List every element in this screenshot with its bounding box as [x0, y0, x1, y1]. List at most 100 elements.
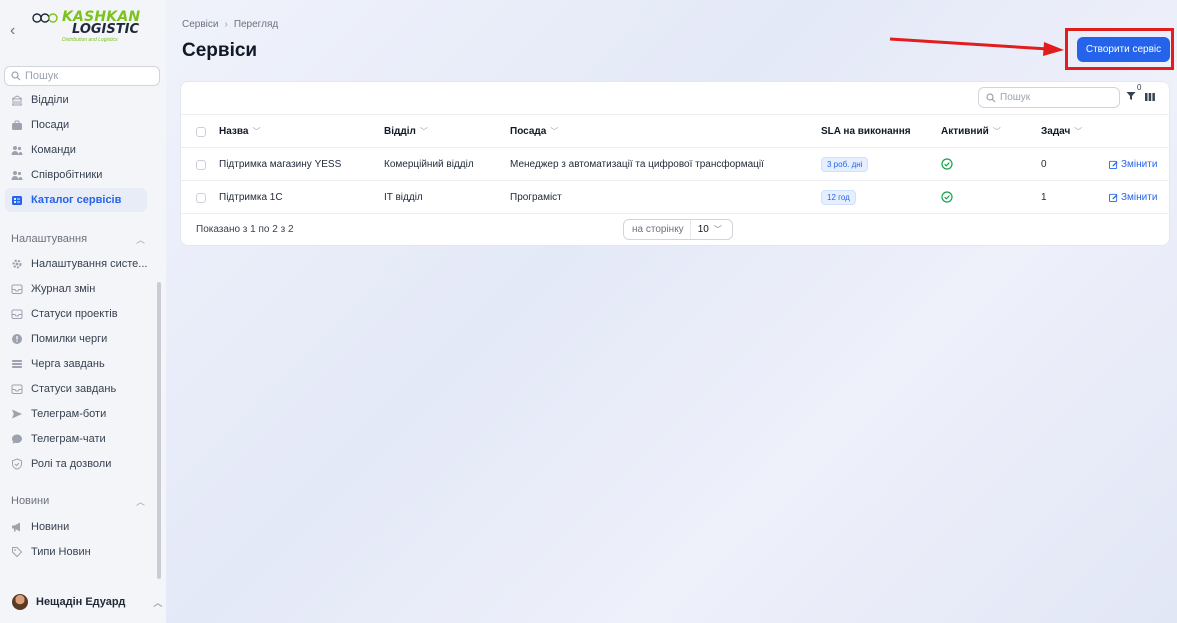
- per-page-value: 10 ﹀: [691, 224, 722, 235]
- cell-position: Менеджер з автоматизації та цифрової тра…: [510, 158, 764, 170]
- building-icon: [11, 94, 23, 106]
- sidebar-item-departments[interactable]: Відділи: [5, 88, 147, 112]
- sidebar-item-label: Налаштування систе...: [31, 258, 147, 270]
- sidebar-item-news-types[interactable]: Типи Новин: [5, 540, 147, 564]
- cell-active: [941, 181, 953, 213]
- chevron-down-icon: ﹀: [419, 126, 428, 136]
- sidebar-item-label: Команди: [31, 144, 76, 156]
- user-menu[interactable]: Нещадін Едуард ︿: [0, 588, 166, 616]
- edit-button[interactable]: Змінити: [1109, 181, 1157, 213]
- column-header-label: Активний: [941, 125, 989, 137]
- table-footer: Показано з 1 по 2 з 2 на сторінку 10 ﹀: [181, 214, 1171, 246]
- chevron-up-icon: ︿: [135, 234, 145, 245]
- column-header-position[interactable]: Посада ﹀: [510, 115, 558, 147]
- chat-icon: [11, 433, 23, 445]
- cell-name: Підтримка 1С: [219, 191, 283, 203]
- edit-label: Змінити: [1121, 158, 1158, 170]
- page-title: Сервіси: [182, 40, 258, 61]
- avatar: [12, 594, 28, 610]
- sidebar-item-label: Журнал змін: [31, 283, 96, 295]
- check-circle-icon: [941, 191, 953, 203]
- edit-button[interactable]: Змінити: [1109, 148, 1157, 180]
- sidebar-item-label: Ролі та дозволи: [31, 458, 112, 470]
- sidebar-item-task-queue[interactable]: Черга завдань: [5, 352, 147, 376]
- breadcrumb-separator: ›: [224, 19, 228, 30]
- tag-icon: [11, 546, 23, 558]
- chevron-down-icon: ﹀: [550, 126, 559, 136]
- sidebar-item-positions[interactable]: Посади: [5, 113, 147, 137]
- users-icon: [11, 169, 23, 181]
- sidebar-item-task-statuses[interactable]: Статуси завдань: [5, 377, 147, 401]
- shield-icon: [11, 458, 23, 470]
- services-table: Пошук 0 Назва ﹀ Відділ ﹀ Посада ﹀ SLA на ви…: [180, 81, 1171, 246]
- logo-text-bottom: LOGISTIC: [72, 22, 139, 37]
- sidebar-item-project-statuses[interactable]: Статуси проектів: [5, 302, 147, 326]
- table-row[interactable]: Підтримка 1С IT відділ Програміст 12 год…: [181, 181, 1171, 214]
- sidebar-item-queue-errors[interactable]: Помилки черги: [5, 327, 147, 351]
- breadcrumb-current: Перегляд: [233, 19, 279, 30]
- sidebar: ‹ KASHKAN LOGISTIC Distribution and Logi…: [0, 0, 166, 623]
- company-logo: KASHKAN LOGISTIC Distribution and Logist…: [32, 10, 144, 52]
- queue-icon: [11, 358, 23, 370]
- row-checkbox[interactable]: [196, 160, 206, 170]
- column-header-active[interactable]: Активний ﹀: [941, 115, 1001, 147]
- sidebar-group-news[interactable]: Новини ︿: [11, 491, 151, 511]
- logo-rings-icon: [32, 13, 58, 23]
- sidebar-item-employees[interactable]: Співробітники: [5, 163, 147, 187]
- chevron-left-icon[interactable]: ‹: [10, 23, 24, 39]
- sidebar-search-placeholder: Пошук: [25, 70, 59, 82]
- sidebar-search-input[interactable]: Пошук: [4, 66, 160, 86]
- alert-icon: [11, 333, 23, 345]
- search-icon: [11, 71, 21, 81]
- edit-label: Змінити: [1121, 191, 1158, 203]
- sidebar-item-telegram-chats[interactable]: Телеграм-чати: [5, 427, 147, 451]
- send-icon: [11, 408, 23, 420]
- filter-icon[interactable]: [1126, 91, 1136, 101]
- column-header-name[interactable]: Назва ﹀: [219, 115, 260, 147]
- sidebar-scrollbar[interactable]: [157, 282, 161, 579]
- breadcrumb-link-services[interactable]: Сервіси: [182, 19, 218, 30]
- sla-badge: 3 роб. дні: [821, 156, 869, 172]
- sidebar-item-teams[interactable]: Команди: [5, 138, 147, 162]
- cell-position: Програміст: [510, 191, 562, 203]
- user-name: Нещадін Едуард: [36, 596, 126, 608]
- sidebar-item-label: Відділи: [31, 94, 69, 106]
- check-circle-icon: [941, 158, 953, 170]
- create-service-button[interactable]: Створити сервіс: [1077, 37, 1170, 62]
- sidebar-item-label: Посади: [31, 119, 70, 131]
- gear-icon: [11, 258, 23, 270]
- sidebar-item-news[interactable]: Новини: [5, 515, 147, 539]
- table-row[interactable]: Підтримка магазину YESS Комерційний відд…: [181, 148, 1171, 181]
- column-header-tasks[interactable]: Задач ﹀: [1041, 115, 1082, 147]
- megaphone-icon: [11, 521, 23, 533]
- table-toolbar: Пошук 0: [181, 82, 1171, 115]
- sidebar-item-roles-permissions[interactable]: Ролі та дозволи: [5, 452, 147, 476]
- column-header-label: SLA на виконання: [821, 125, 911, 137]
- sidebar-item-telegram-bots[interactable]: Телеграм-боти: [5, 402, 147, 426]
- column-header-department[interactable]: Відділ ﹀: [384, 115, 428, 147]
- column-header-label: Відділ: [384, 125, 416, 137]
- sidebar-header: ‹ KASHKAN LOGISTIC Distribution and Logi…: [0, 0, 166, 58]
- select-all-checkbox[interactable]: [196, 127, 206, 137]
- table-search-input[interactable]: Пошук: [978, 87, 1120, 108]
- per-page-label: на сторінку: [624, 220, 691, 239]
- sidebar-item-change-log[interactable]: Журнал змін: [5, 277, 147, 301]
- search-icon: [986, 92, 996, 102]
- edit-icon: [1109, 193, 1118, 202]
- breadcrumb: Сервіси › Перегляд: [182, 19, 278, 30]
- sidebar-group-settings[interactable]: Налаштування ︿: [11, 229, 151, 249]
- filter-count-badge: 0: [1137, 83, 1142, 92]
- per-page-select[interactable]: на сторінку 10 ﹀: [623, 219, 733, 240]
- sidebar-item-label: Статуси завдань: [31, 383, 117, 395]
- inbox-icon: [11, 283, 23, 295]
- sidebar-item-system-settings[interactable]: Налаштування систе...: [5, 252, 147, 276]
- columns-icon[interactable]: [1145, 93, 1155, 101]
- row-checkbox[interactable]: [196, 193, 206, 203]
- column-header-label: Посада: [510, 125, 547, 137]
- table-header-row: Назва ﹀ Відділ ﹀ Посада ﹀ SLA на виконання …: [181, 115, 1171, 148]
- logo-tagline: Distribution and Logistics: [62, 37, 118, 43]
- catalog-icon: [11, 194, 23, 206]
- cell-name: Підтримка магазину YESS: [219, 158, 342, 170]
- sidebar-item-service-catalog[interactable]: Каталог сервісів: [5, 188, 147, 212]
- sidebar-item-label: Статуси проектів: [31, 308, 118, 320]
